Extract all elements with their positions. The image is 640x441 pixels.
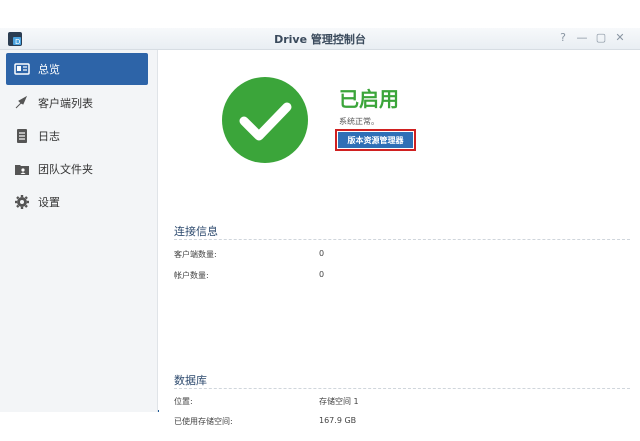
status-subtitle: 系统正常。 xyxy=(339,117,379,126)
sidebar-item-settings[interactable]: 设置 xyxy=(6,186,148,218)
account-count-value: 0 xyxy=(319,270,325,279)
sidebar-item-label: 团队文件夹 xyxy=(38,163,93,176)
divider xyxy=(174,388,630,389)
sidebar-item-client-list[interactable]: 客户端列表 xyxy=(6,87,148,119)
account-count-label: 帐户数量: xyxy=(174,271,209,280)
maximize-button[interactable]: ▢ xyxy=(594,31,608,44)
connection-heading: 连接信息 xyxy=(174,225,218,238)
sidebar-item-label: 日志 xyxy=(38,130,60,143)
title-bar: D Drive 管理控制台 ? — ▢ ✕ xyxy=(0,28,640,50)
checkmark-icon xyxy=(222,77,308,163)
location-label: 位置: xyxy=(174,397,193,406)
log-icon xyxy=(17,129,27,143)
used-storage-value: 167.9 GB xyxy=(319,416,357,425)
client-list-icon xyxy=(15,95,28,109)
minimize-button[interactable]: — xyxy=(575,31,589,44)
sidebar-item-label: 设置 xyxy=(38,196,60,209)
help-button[interactable]: ? xyxy=(556,31,570,44)
database-heading: 数据库 xyxy=(174,374,207,387)
sidebar: 总览 客户端列表 日志 团队文件夹 设置 xyxy=(0,50,158,412)
drive-admin-window: D Drive 管理控制台 ? — ▢ ✕ 总览 客户端列表 日志 团队文件夹 … xyxy=(0,28,640,426)
client-count-value: 0 xyxy=(319,249,325,258)
version-explorer-label: 版本资源管理器 xyxy=(338,132,413,148)
window-title: Drive 管理控制台 xyxy=(274,33,366,46)
status-title: 已启用 xyxy=(339,87,399,111)
sidebar-item-overview[interactable]: 总览 xyxy=(6,53,148,85)
main-content: 已启用 系统正常。 版本资源管理器 连接信息 客户端数量: 0 帐户数量: 0 … xyxy=(159,50,640,426)
location-value: 存储空间 1 xyxy=(319,397,359,406)
overview-icon xyxy=(14,63,30,75)
sidebar-item-team-folder[interactable]: 团队文件夹 xyxy=(6,153,148,185)
gear-icon xyxy=(15,195,29,209)
used-storage-label: 已使用存储空间: xyxy=(174,417,233,426)
team-folder-icon xyxy=(15,165,29,175)
close-button[interactable]: ✕ xyxy=(613,31,627,44)
divider xyxy=(174,239,630,240)
sidebar-item-label: 客户端列表 xyxy=(38,97,93,110)
sidebar-item-label: 总览 xyxy=(38,63,60,76)
client-count-label: 客户端数量: xyxy=(174,250,217,259)
version-explorer-button[interactable]: 版本资源管理器 xyxy=(335,129,416,151)
sidebar-item-log[interactable]: 日志 xyxy=(6,120,148,152)
